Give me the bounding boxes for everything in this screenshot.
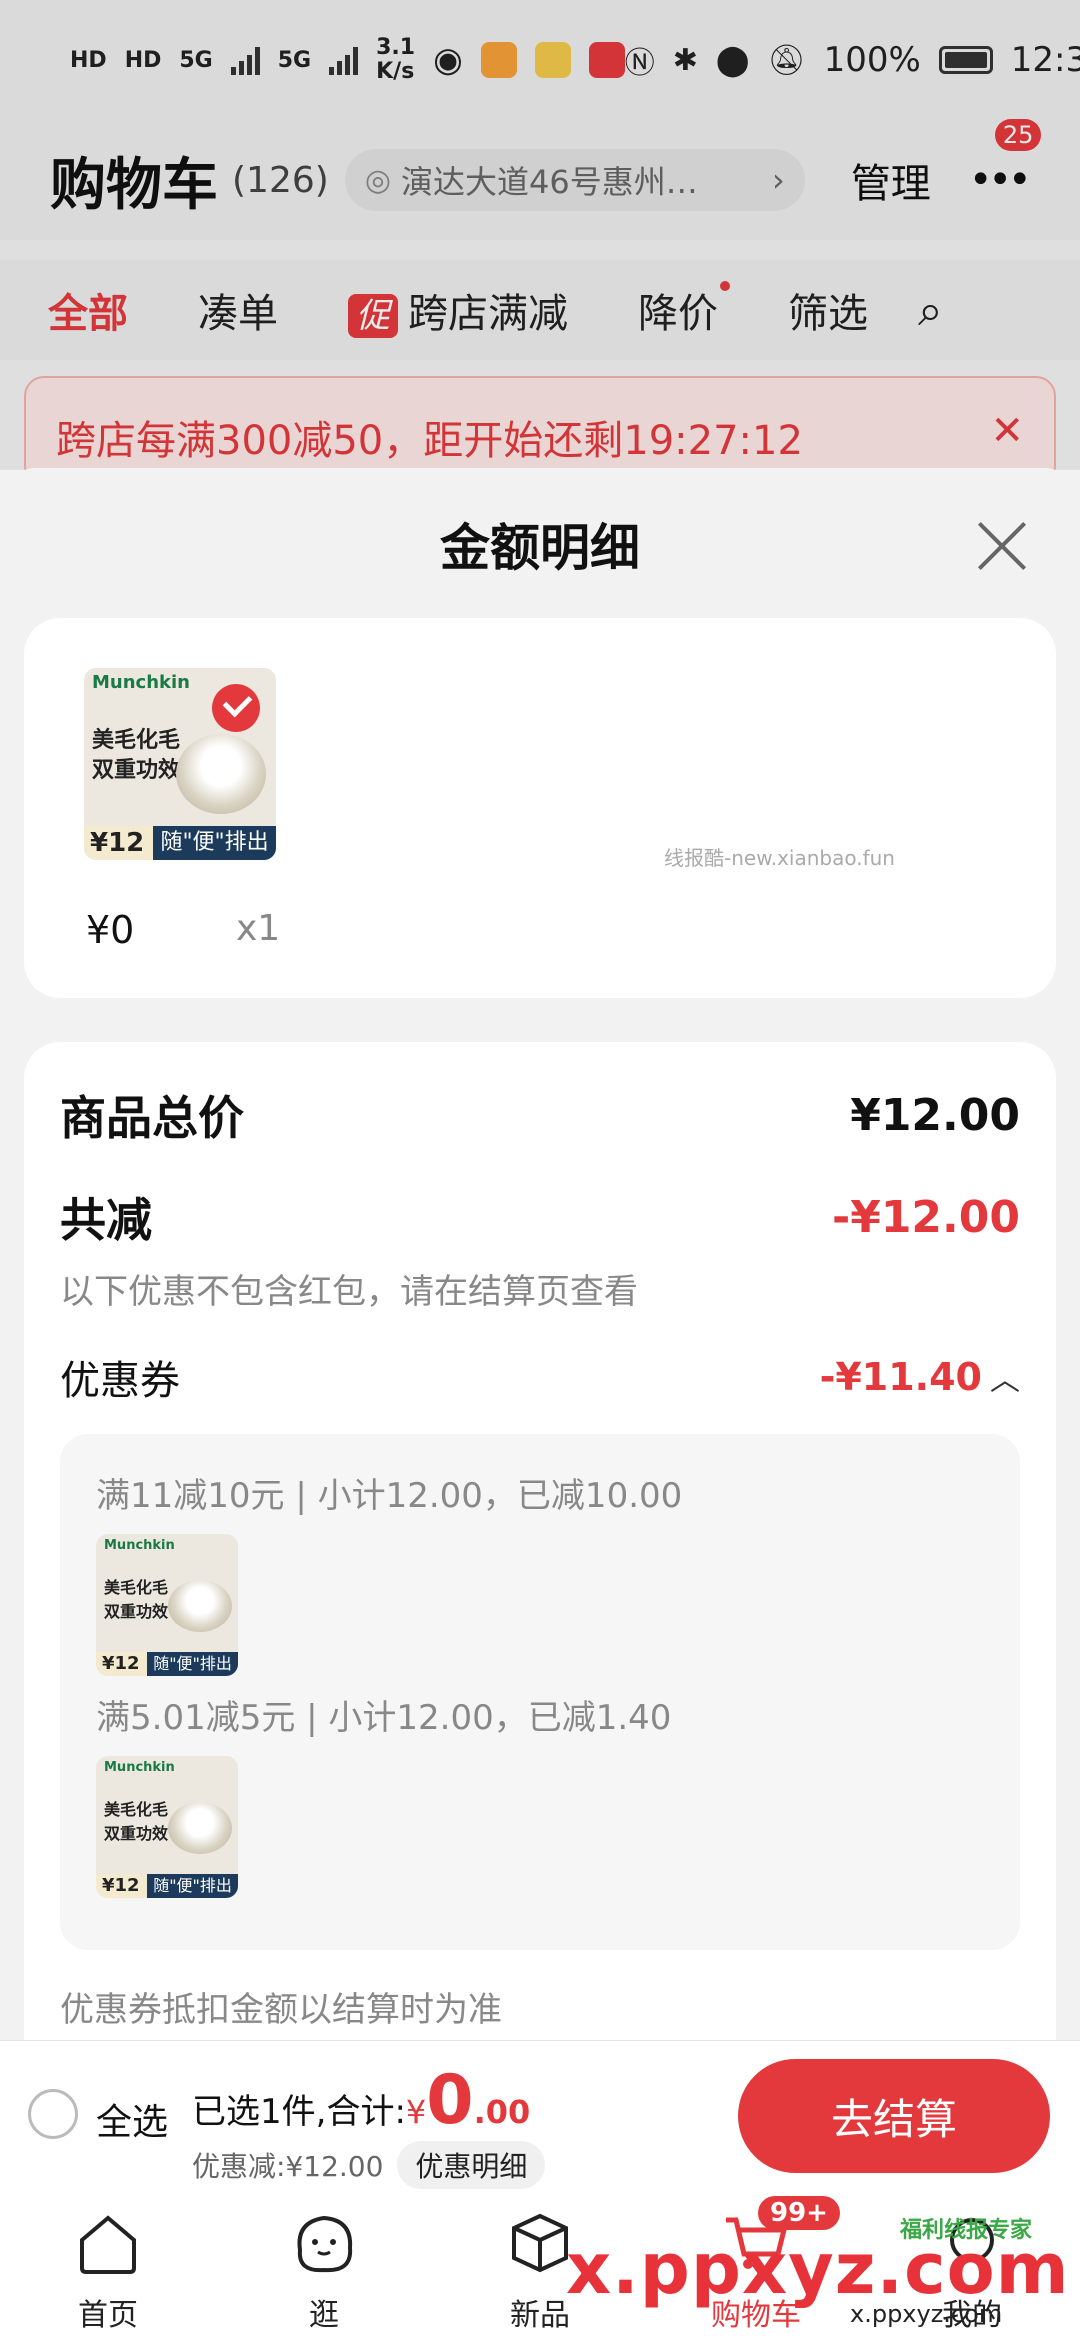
total-value: ¥12.00 (850, 1089, 1020, 1141)
product-can (168, 1580, 232, 1632)
home-icon (80, 2215, 136, 2274)
product-price-tag: ¥12 (96, 1874, 148, 1898)
checkout-button[interactable]: 去结算 (738, 2059, 1050, 2173)
amount-detail-sheet: 金额明细 Munchkin 美毛化毛 双重功效 ¥12 随"便"排出 ¥0 x1… (0, 468, 1080, 2072)
product-can (168, 1802, 232, 1854)
reduce-row: 共减 -¥12.00 (60, 1184, 1020, 1250)
product-slogan: 随"便"排出 (147, 1652, 238, 1676)
coupon-breakdown: 满11减10元 | 小计12.00，已减10.00 Munchkin 美毛化毛 … (60, 1434, 1020, 1950)
select-all-radio[interactable] (28, 2089, 78, 2139)
product-brand: Munchkin (104, 1760, 175, 1775)
nav-browse[interactable]: 逛 (216, 2190, 432, 2340)
select-all-label[interactable]: 全选 (96, 2093, 168, 2145)
product-price-tag: ¥12 (96, 1652, 148, 1676)
product-image[interactable]: Munchkin 美毛化毛 双重功效 ¥12 随"便"排出 (84, 668, 276, 860)
watermark-text: 线报酷-new.xianbao.fun (664, 846, 895, 870)
coupon-line-1: 满11减10元 | 小计12.00，已减10.00 (96, 1476, 683, 1516)
product-qty: x1 (236, 908, 281, 949)
product-line2: 双重功效 (104, 1824, 169, 1843)
reduce-label: 共减 (60, 1193, 152, 1247)
product-brand: Munchkin (104, 1538, 175, 1553)
coupon-line-2: 满5.01减5元 | 小计12.00，已减1.40 (96, 1698, 672, 1738)
checkout-bar: 全选 已选1件,合计: ¥ 0 .00 优惠减:¥12.00 优惠明细 去结算 (0, 2040, 1080, 2190)
cart-badge: 99+ (758, 2196, 840, 2230)
total-label: 商品总价 (60, 1091, 244, 1145)
browse-face-icon (297, 2215, 353, 2273)
close-icon[interactable] (974, 518, 1030, 574)
box-icon (512, 2213, 568, 2273)
total-amount: 0 (426, 2061, 474, 2140)
product-line1: 美毛化毛 (104, 1800, 169, 1819)
discount-detail-button[interactable]: 优惠明细 (397, 2141, 546, 2189)
product-price-tag: ¥12 (84, 826, 154, 860)
coupon-item-image: Munchkin 美毛化毛 双重功效 ¥12 随"便"排出 (96, 1756, 238, 1898)
product-can (176, 734, 266, 814)
product-card: Munchkin 美毛化毛 双重功效 ¥12 随"便"排出 ¥0 x1 线报酷-… (24, 618, 1056, 998)
product-line2: 双重功效 (92, 758, 181, 783)
chevron-up-icon[interactable]: ︿ (990, 1363, 1020, 1398)
coupon-row[interactable]: 优惠券 -¥11.40 ︿ (60, 1348, 1020, 1406)
coupon-footnote: 优惠券抵扣金额以结算时为准 (60, 1990, 502, 2030)
reduce-value: -¥12.00 (831, 1191, 1020, 1243)
product-line2: 双重功效 (104, 1602, 169, 1621)
product-slogan: 随"便"排出 (153, 826, 276, 860)
coupon-value: -¥11.40 ︿ (819, 1355, 1020, 1399)
discount-summary: 优惠减:¥12.00 优惠明细 (192, 2141, 546, 2189)
check-icon (212, 684, 260, 732)
selected-summary: 已选1件,合计: ¥ 0 .00 (192, 2061, 531, 2140)
summary-card: 商品总价 ¥12.00 共减 -¥12.00 以下优惠不包含红包，请在结算页查看… (24, 1042, 1056, 2072)
coupon-item-image: Munchkin 美毛化毛 双重功效 ¥12 随"便"排出 (96, 1534, 238, 1676)
dim-overlay[interactable] (0, 0, 1080, 470)
watermark-logo: x.ppxyz.com (566, 2228, 1070, 2310)
product-line1: 美毛化毛 (92, 728, 181, 753)
watermark-url: x.ppxyz.com (850, 2300, 1003, 2328)
sheet-title: 金额明细 (440, 519, 640, 577)
product-brand: Munchkin (92, 672, 190, 693)
total-row: 商品总价 ¥12.00 (60, 1082, 1020, 1148)
nav-home[interactable]: 首页 (0, 2190, 216, 2340)
coupon-label: 优惠券 (60, 1358, 180, 1404)
reduce-hint: 以下优惠不包含红包，请在结算页查看 (60, 1272, 638, 1312)
product-slogan: 随"便"排出 (147, 1874, 238, 1898)
product-line1: 美毛化毛 (104, 1578, 169, 1597)
product-price: ¥0 (86, 908, 135, 952)
